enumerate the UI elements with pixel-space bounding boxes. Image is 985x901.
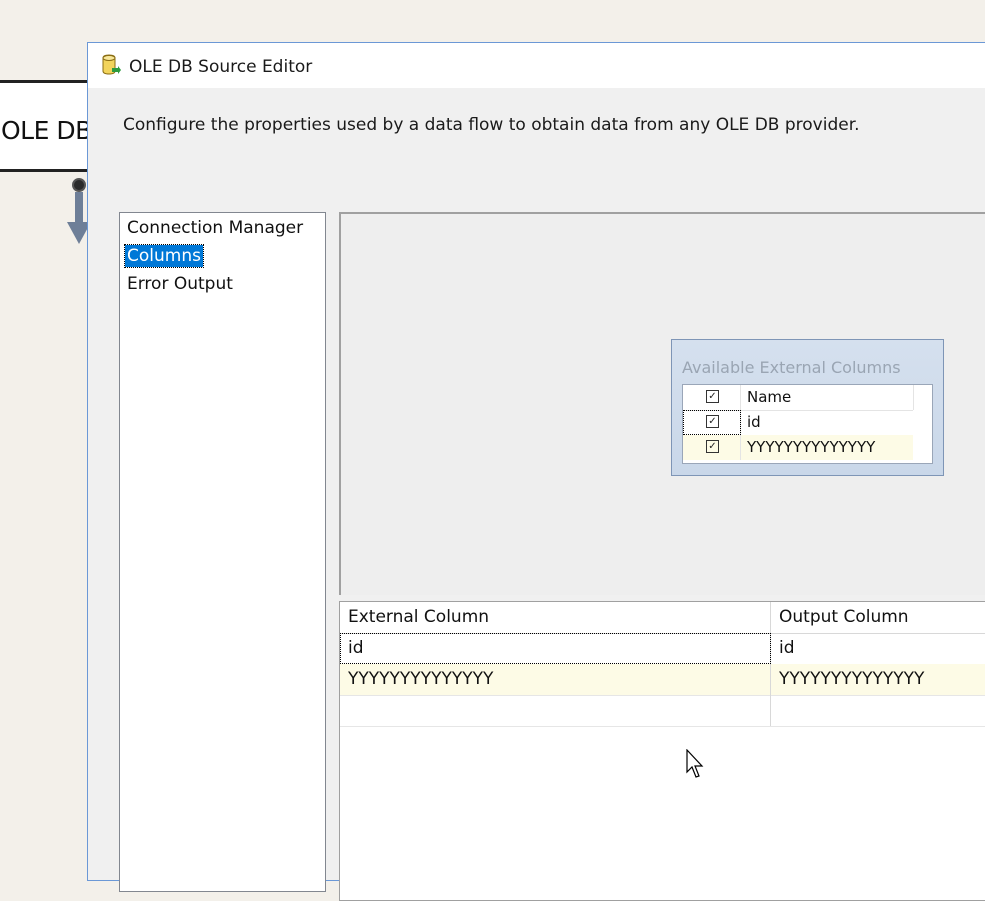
column-checkbox[interactable]: ✓	[683, 410, 741, 435]
column-checkbox[interactable]: ✓	[683, 435, 741, 460]
available-columns-header: ✓ Name	[683, 385, 914, 411]
table-row[interactable]: YYYYYYYYYYYYYY YYYYYYYYYYYYYY	[340, 664, 985, 696]
output-column-header[interactable]: Output Column	[771, 602, 985, 633]
dialog-description: Configure the properties used by a data …	[123, 115, 860, 135]
external-column-cell[interactable]: id	[340, 633, 771, 664]
connector-handle[interactable]	[72, 178, 86, 192]
database-source-icon	[101, 54, 121, 80]
ole-db-source-editor-dialog: OLE DB Source Editor Configure the prope…	[87, 42, 985, 901]
column-name: id	[747, 413, 761, 431]
nav-item-connection-manager[interactable]: Connection Manager	[125, 217, 305, 239]
name-column-header: Name	[747, 388, 792, 406]
dialog-title: OLE DB Source Editor	[129, 57, 313, 77]
checkbox-checked-icon: ✓	[706, 440, 719, 453]
available-external-columns-box[interactable]: Available External Columns ✓ Name ✓ id ✓…	[671, 339, 944, 476]
table-row-empty[interactable]	[340, 695, 985, 727]
output-column-cell[interactable]: YYYYYYYYYYYYYY	[771, 664, 985, 695]
output-column-cell[interactable]: id	[771, 633, 985, 664]
columns-designer-pane: Available External Columns ✓ Name ✓ id ✓…	[339, 212, 985, 595]
column-mapping-grid: External Column Output Column id id YYYY…	[339, 601, 985, 901]
nav-item-error-output[interactable]: Error Output	[125, 273, 235, 295]
checkbox-checked-icon: ✓	[706, 415, 719, 428]
available-column-row[interactable]: ✓ id	[683, 410, 913, 435]
nav-item-columns[interactable]: Columns	[124, 244, 204, 268]
available-columns-grid: ✓ Name ✓ id ✓ YYYYYYYYYYYYYY	[682, 384, 933, 464]
title-bar[interactable]: OLE DB Source Editor	[88, 43, 985, 88]
navigation-pane: Connection Manager Columns Error Output	[119, 212, 326, 892]
select-all-checkbox[interactable]: ✓	[683, 385, 741, 410]
header-divider	[913, 385, 914, 410]
external-column-header[interactable]: External Column	[340, 602, 771, 633]
data-flow-path-line	[75, 192, 83, 224]
available-column-row[interactable]: ✓ YYYYYYYYYYYYYY	[683, 435, 913, 460]
grid-header: External Column Output Column	[340, 602, 985, 634]
available-columns-title: Available External Columns	[682, 358, 901, 377]
checkbox-checked-icon: ✓	[706, 390, 719, 403]
table-row[interactable]: id id	[340, 633, 985, 665]
mouse-pointer-icon	[686, 748, 706, 783]
external-column-cell[interactable]: YYYYYYYYYYYYYY	[340, 664, 771, 695]
external-column-cell[interactable]	[340, 695, 771, 726]
column-name: YYYYYYYYYYYYYY	[747, 438, 876, 456]
output-column-cell[interactable]	[771, 695, 985, 726]
